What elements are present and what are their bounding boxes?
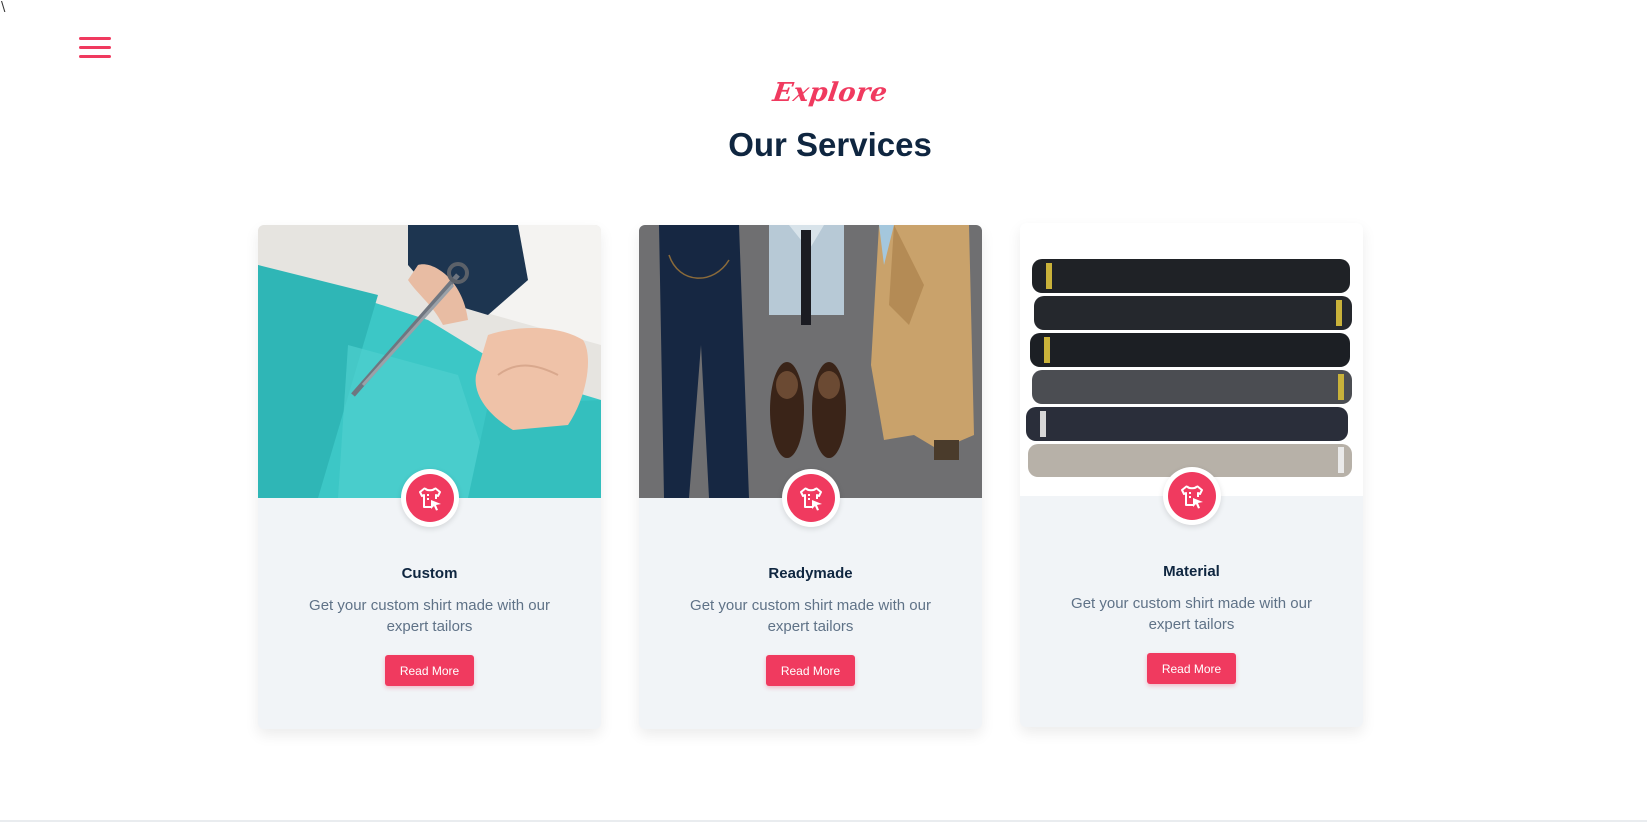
tailored-shirt-icon <box>406 474 454 522</box>
service-description: Get your custom shirt made with our expe… <box>690 597 931 635</box>
service-card-readymade: Readymade Get your custom shirt made wit… <box>639 225 982 729</box>
hamburger-menu-icon[interactable] <box>79 37 111 61</box>
service-description: Get your custom shirt made with our expe… <box>309 597 550 635</box>
service-card-material: Material Get your custom shirt made with… <box>1020 223 1363 727</box>
read-more-button[interactable]: Read More <box>1147 653 1236 684</box>
page-title: Our Services <box>728 126 932 163</box>
stray-backslash: \ <box>1 0 6 15</box>
service-card-custom: Custom Get your custom shirt made with o… <box>258 225 601 729</box>
read-more-button[interactable]: Read More <box>385 655 474 686</box>
service-title: Custom <box>401 565 458 582</box>
tailored-shirt-icon <box>787 474 835 522</box>
section-header: Explore Our Services <box>0 78 1647 164</box>
section-eyebrow: Explore <box>770 78 890 108</box>
service-title: Readymade <box>768 565 853 582</box>
service-icon-badge <box>1163 467 1221 525</box>
fabric-rolls-photo <box>1020 223 1363 496</box>
service-icon-badge <box>782 469 840 527</box>
service-icon-badge <box>401 469 459 527</box>
tailored-shirt-icon <box>1168 472 1216 520</box>
service-description: Get your custom shirt made with our expe… <box>1071 595 1312 633</box>
custom-tailoring-photo <box>258 225 601 498</box>
read-more-button[interactable]: Read More <box>766 655 855 686</box>
service-title: Material <box>1163 563 1220 580</box>
readymade-outfit-photo <box>639 225 982 498</box>
